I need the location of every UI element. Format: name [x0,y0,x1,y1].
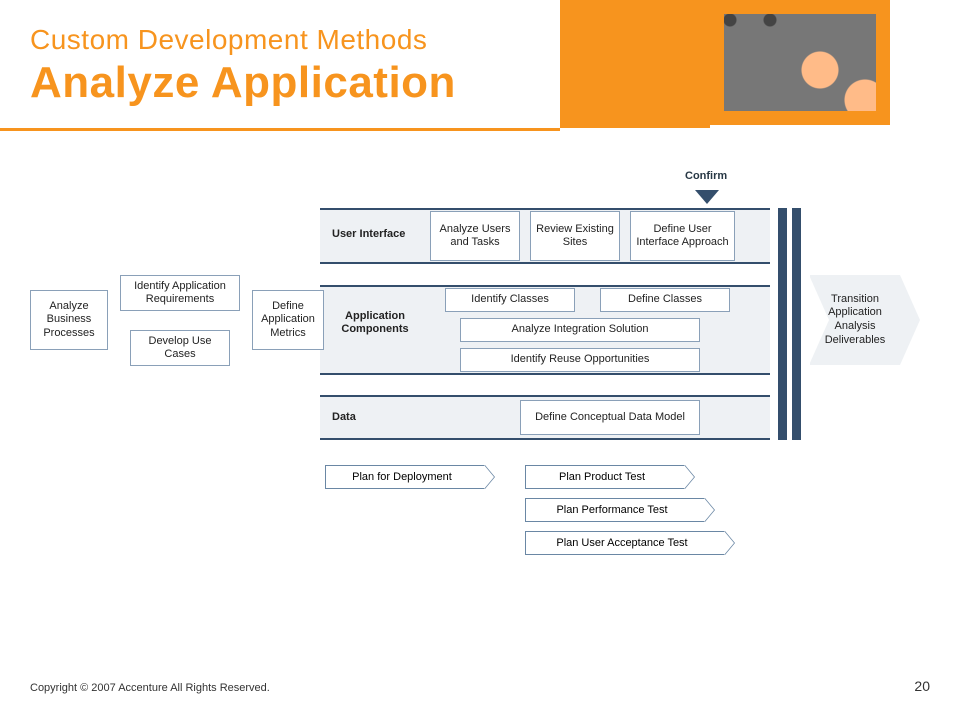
page-number: 20 [914,678,930,694]
decorative-tools-image [710,0,890,125]
plan-uat: Plan User Acceptance Test [525,531,725,555]
box-define-ui-approach: Define User Interface Approach [630,211,735,261]
box-analyze-business-processes: Analyze Business Processes [30,290,108,350]
title-rule [0,128,560,131]
box-define-classes: Define Classes [600,288,730,312]
lane-header-data: Data [330,400,410,435]
box-define-app-metrics: Define Application Metrics [252,290,324,350]
box-define-conceptual-data-model: Define Conceptual Data Model [520,400,700,435]
box-identify-reuse: Identify Reuse Opportunities [460,348,700,372]
title-main: Analyze Application [30,58,540,108]
confirm-arrow-icon [695,190,719,204]
plan-deployment: Plan for Deployment [325,465,485,489]
title-orange-bar [560,0,710,128]
chevron-transition-label: Transition Application Analysis Delivera… [810,293,900,348]
box-develop-use-cases: Develop Use Cases [130,330,230,366]
box-identify-app-requirements: Identify Application Requirements [120,275,240,311]
chevron-transition: Transition Application Analysis Delivera… [810,275,900,365]
vertical-rule-right [792,208,801,440]
slide-title-block: Custom Development Methods Analyze Appli… [0,0,540,108]
copyright-footer: Copyright © 2007 Accenture All Rights Re… [30,682,270,694]
lane-header-app-components: Application Components [325,298,425,348]
title-subtitle: Custom Development Methods [30,24,540,56]
plan-performance-test: Plan Performance Test [525,498,705,522]
box-analyze-users-tasks: Analyze Users and Tasks [430,211,520,261]
box-identify-classes: Identify Classes [445,288,575,312]
box-review-existing-sites: Review Existing Sites [530,211,620,261]
process-diagram: Confirm Analyze Business Processes Ident… [30,170,930,600]
plan-product-test: Plan Product Test [525,465,685,489]
box-analyze-integration: Analyze Integration Solution [460,318,700,342]
vertical-rule-left [778,208,787,440]
lane-header-user-interface: User Interface [330,210,410,260]
confirm-label: Confirm [685,170,727,182]
